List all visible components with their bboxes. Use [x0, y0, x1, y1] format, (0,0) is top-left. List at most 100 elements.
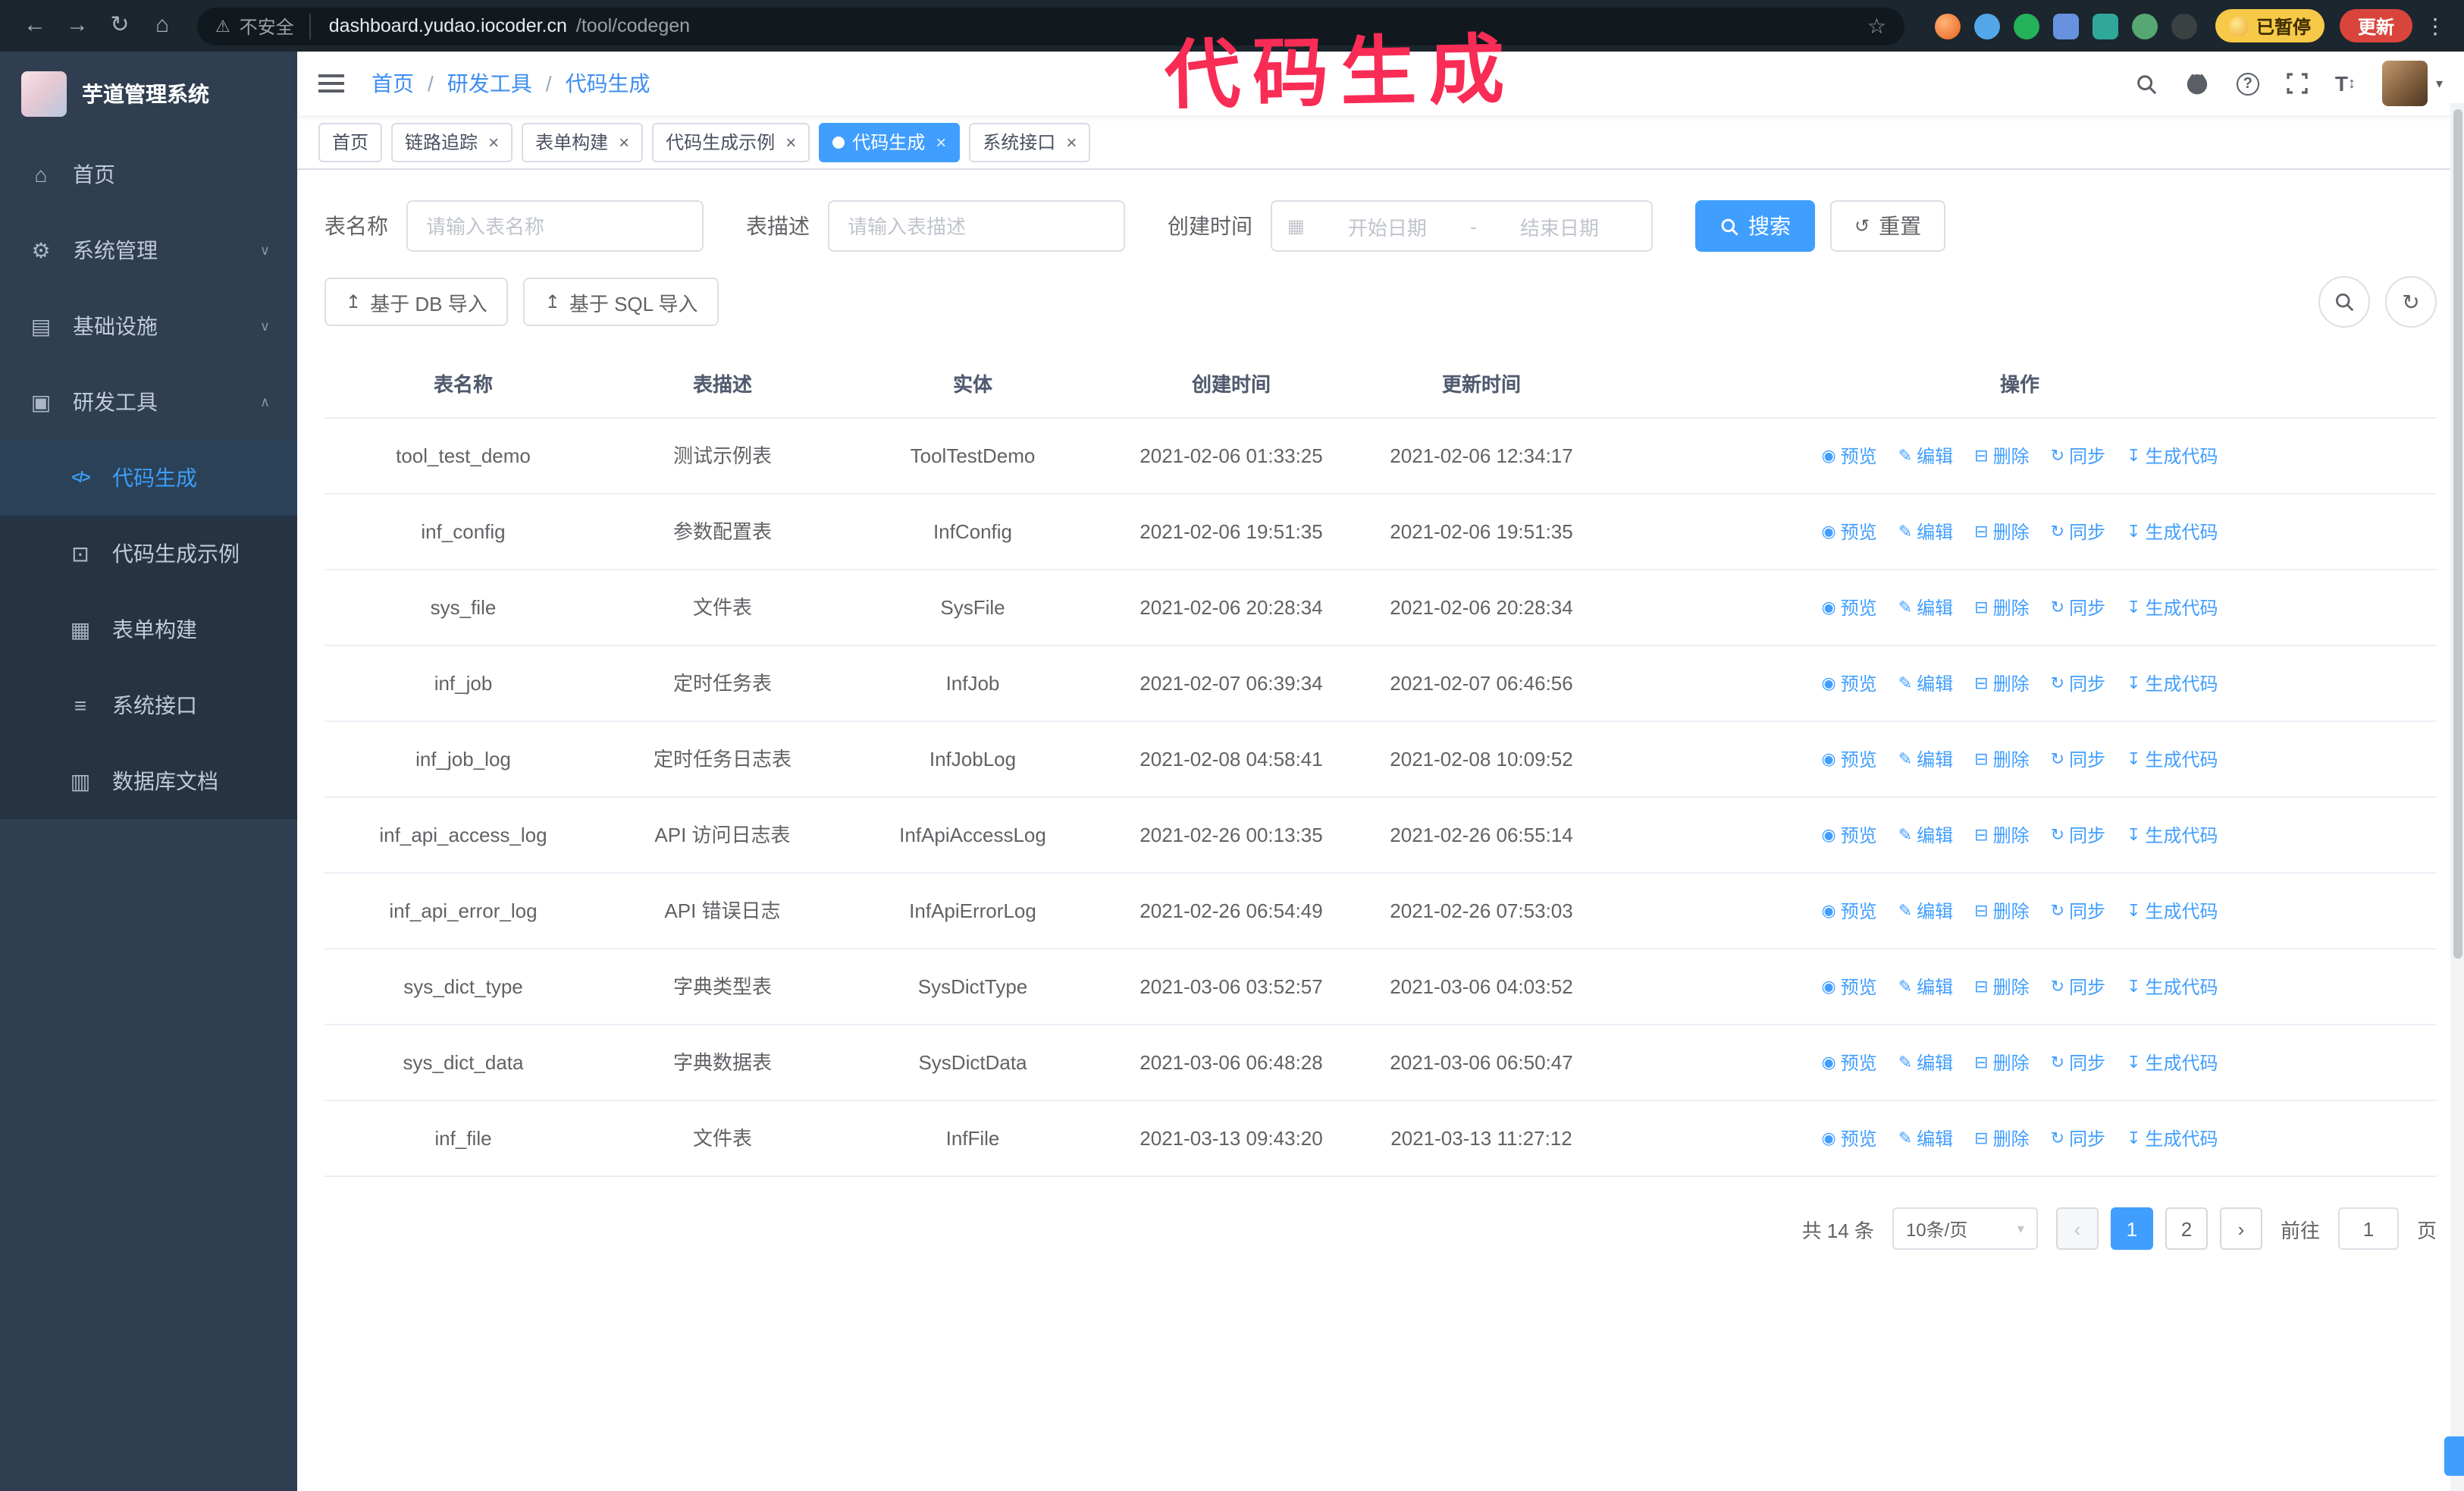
- close-icon[interactable]: ×: [1066, 133, 1077, 151]
- sidebar-item-system-api[interactable]: ≡ 系统接口: [0, 667, 297, 743]
- extension-icon-7[interactable]: [2171, 13, 2197, 39]
- preview-link[interactable]: ◉ 预览: [1821, 595, 1876, 623]
- preview-link[interactable]: ◉ 预览: [1821, 443, 1876, 472]
- generate-code-link[interactable]: ↧ 生成代码: [2127, 974, 2218, 1003]
- page-size-select[interactable]: 10条/页 ▾: [1892, 1207, 2038, 1250]
- table-desc-input[interactable]: [828, 200, 1125, 252]
- edit-link[interactable]: ✎ 编辑: [1898, 746, 1953, 775]
- search-button[interactable]: 搜索: [1695, 200, 1815, 252]
- table-name-input[interactable]: [406, 200, 704, 252]
- prev-page-button[interactable]: ‹: [2055, 1207, 2099, 1250]
- delete-link[interactable]: ⊟ 删除: [1974, 898, 2029, 927]
- delete-link[interactable]: ⊟ 删除: [1974, 746, 2029, 775]
- delete-link[interactable]: ⊟ 删除: [1974, 1050, 2029, 1078]
- delete-link[interactable]: ⊟ 删除: [1974, 443, 2029, 472]
- sync-link[interactable]: ↻ 同步: [2051, 898, 2105, 927]
- breadcrumb-dev-tools[interactable]: 研发工具: [447, 68, 532, 99]
- bookmark-star-icon[interactable]: ☆: [1867, 13, 1886, 39]
- sidebar-item-form-builder[interactable]: ▦ 表单构建: [0, 592, 297, 667]
- reset-button[interactable]: ↺ 重置: [1830, 200, 1946, 252]
- generate-code-link[interactable]: ↧ 生成代码: [2127, 1050, 2218, 1078]
- generate-code-link[interactable]: ↧ 生成代码: [2127, 1125, 2218, 1154]
- sync-link[interactable]: ↻ 同步: [2051, 974, 2105, 1003]
- tab-tracing[interactable]: 链路追踪 ×: [391, 122, 513, 162]
- delete-link[interactable]: ⊟ 删除: [1974, 1125, 2029, 1154]
- sidebar-item-home[interactable]: ⌂ 首页: [0, 137, 297, 212]
- sidebar-item-codegen[interactable]: </> 代码生成: [0, 440, 297, 516]
- reload-icon[interactable]: ↻: [100, 0, 140, 52]
- sync-link[interactable]: ↻ 同步: [2051, 595, 2105, 623]
- extension-icon-2[interactable]: [1973, 13, 2000, 39]
- edit-link[interactable]: ✎ 编辑: [1898, 595, 1953, 623]
- extension-icon-6[interactable]: [2131, 13, 2158, 39]
- extension-icon-1[interactable]: [1934, 13, 1961, 39]
- edit-link[interactable]: ✎ 编辑: [1898, 443, 1953, 472]
- generate-code-link[interactable]: ↧ 生成代码: [2127, 746, 2218, 775]
- address-bar[interactable]: ⚠ 不安全 dashboard.yudao.iocoder.cn /tool/c…: [197, 7, 1904, 45]
- sync-link[interactable]: ↻ 同步: [2051, 443, 2105, 472]
- home-icon[interactable]: ⌂: [143, 0, 182, 52]
- extension-icon-4[interactable]: [2052, 13, 2079, 39]
- generate-code-link[interactable]: ↧ 生成代码: [2127, 595, 2218, 623]
- font-size-icon[interactable]: T ↕: [2335, 71, 2356, 96]
- preview-link[interactable]: ◉ 预览: [1821, 822, 1876, 851]
- preview-link[interactable]: ◉ 预览: [1821, 1050, 1876, 1078]
- not-secure-label[interactable]: 不安全: [240, 13, 311, 39]
- tab-codegen-demo[interactable]: 代码生成示例 ×: [652, 122, 810, 162]
- extension-icon-3[interactable]: [2013, 13, 2039, 39]
- page-scrollbar[interactable]: [2450, 103, 2464, 1491]
- sidebar-item-db-doc[interactable]: ▥ 数据库文档: [0, 743, 297, 819]
- goto-page-input[interactable]: [2337, 1207, 2399, 1250]
- back-icon[interactable]: ←: [15, 0, 55, 52]
- preview-link[interactable]: ◉ 预览: [1821, 519, 1876, 548]
- search-icon[interactable]: [2135, 72, 2158, 95]
- tab-form-builder[interactable]: 表单构建 ×: [522, 122, 644, 162]
- delete-link[interactable]: ⊟ 删除: [1974, 519, 2029, 548]
- extension-icon-5[interactable]: [2092, 13, 2118, 39]
- sync-link[interactable]: ↻ 同步: [2051, 519, 2105, 548]
- toggle-search-button[interactable]: [2318, 276, 2370, 328]
- preview-link[interactable]: ◉ 预览: [1821, 1125, 1876, 1154]
- edit-link[interactable]: ✎ 编辑: [1898, 822, 1953, 851]
- sync-link[interactable]: ↻ 同步: [2051, 670, 2105, 699]
- refresh-button[interactable]: ↻: [2385, 276, 2437, 328]
- generate-code-link[interactable]: ↧ 生成代码: [2127, 443, 2218, 472]
- sidebar-item-infrastructure[interactable]: ▤ 基础设施 ∨: [0, 288, 297, 364]
- next-page-button[interactable]: ›: [2219, 1207, 2262, 1250]
- preview-link[interactable]: ◉ 预览: [1821, 974, 1876, 1003]
- edit-link[interactable]: ✎ 编辑: [1898, 1050, 1953, 1078]
- preview-link[interactable]: ◉ 预览: [1821, 670, 1876, 699]
- scrollbar-thumb[interactable]: [2453, 109, 2462, 959]
- sidebar-item-system-management[interactable]: ⚙ 系统管理 ∨: [0, 212, 297, 288]
- sidebar-item-dev-tools[interactable]: ▣ 研发工具 ∧: [0, 364, 297, 440]
- close-icon[interactable]: ×: [785, 133, 796, 151]
- paused-badge[interactable]: 已暂停: [2215, 9, 2324, 42]
- delete-link[interactable]: ⊟ 删除: [1974, 974, 2029, 1003]
- forward-icon[interactable]: →: [58, 0, 97, 52]
- github-icon[interactable]: [2185, 71, 2209, 96]
- float-widget[interactable]: [2444, 1436, 2464, 1476]
- import-db-button[interactable]: ↥ 基于 DB 导入: [324, 278, 509, 326]
- app-logo[interactable]: 芋道管理系统: [0, 52, 297, 137]
- sync-link[interactable]: ↻ 同步: [2051, 746, 2105, 775]
- date-range-picker[interactable]: ▦ 开始日期 - 结束日期: [1271, 200, 1653, 252]
- sync-link[interactable]: ↻ 同步: [2051, 1050, 2105, 1078]
- tab-system-api[interactable]: 系统接口 ×: [969, 122, 1091, 162]
- edit-link[interactable]: ✎ 编辑: [1898, 1125, 1953, 1154]
- tab-codegen[interactable]: 代码生成 ×: [819, 122, 961, 162]
- close-icon[interactable]: ×: [936, 133, 946, 151]
- generate-code-link[interactable]: ↧ 生成代码: [2127, 822, 2218, 851]
- tab-home[interactable]: 首页: [318, 122, 383, 162]
- user-avatar[interactable]: ▾: [2382, 61, 2443, 106]
- preview-link[interactable]: ◉ 预览: [1821, 898, 1876, 927]
- delete-link[interactable]: ⊟ 删除: [1974, 595, 2029, 623]
- generate-code-link[interactable]: ↧ 生成代码: [2127, 519, 2218, 548]
- hamburger-icon[interactable]: [318, 74, 344, 93]
- sync-link[interactable]: ↻ 同步: [2051, 1125, 2105, 1154]
- close-icon[interactable]: ×: [488, 133, 499, 151]
- close-icon[interactable]: ×: [619, 133, 629, 151]
- browser-menu-icon[interactable]: ⋮: [2422, 13, 2449, 39]
- sync-link[interactable]: ↻ 同步: [2051, 822, 2105, 851]
- import-sql-button[interactable]: ↥ 基于 SQL 导入: [523, 278, 719, 326]
- sidebar-item-codegen-demo[interactable]: ⊡ 代码生成示例: [0, 516, 297, 592]
